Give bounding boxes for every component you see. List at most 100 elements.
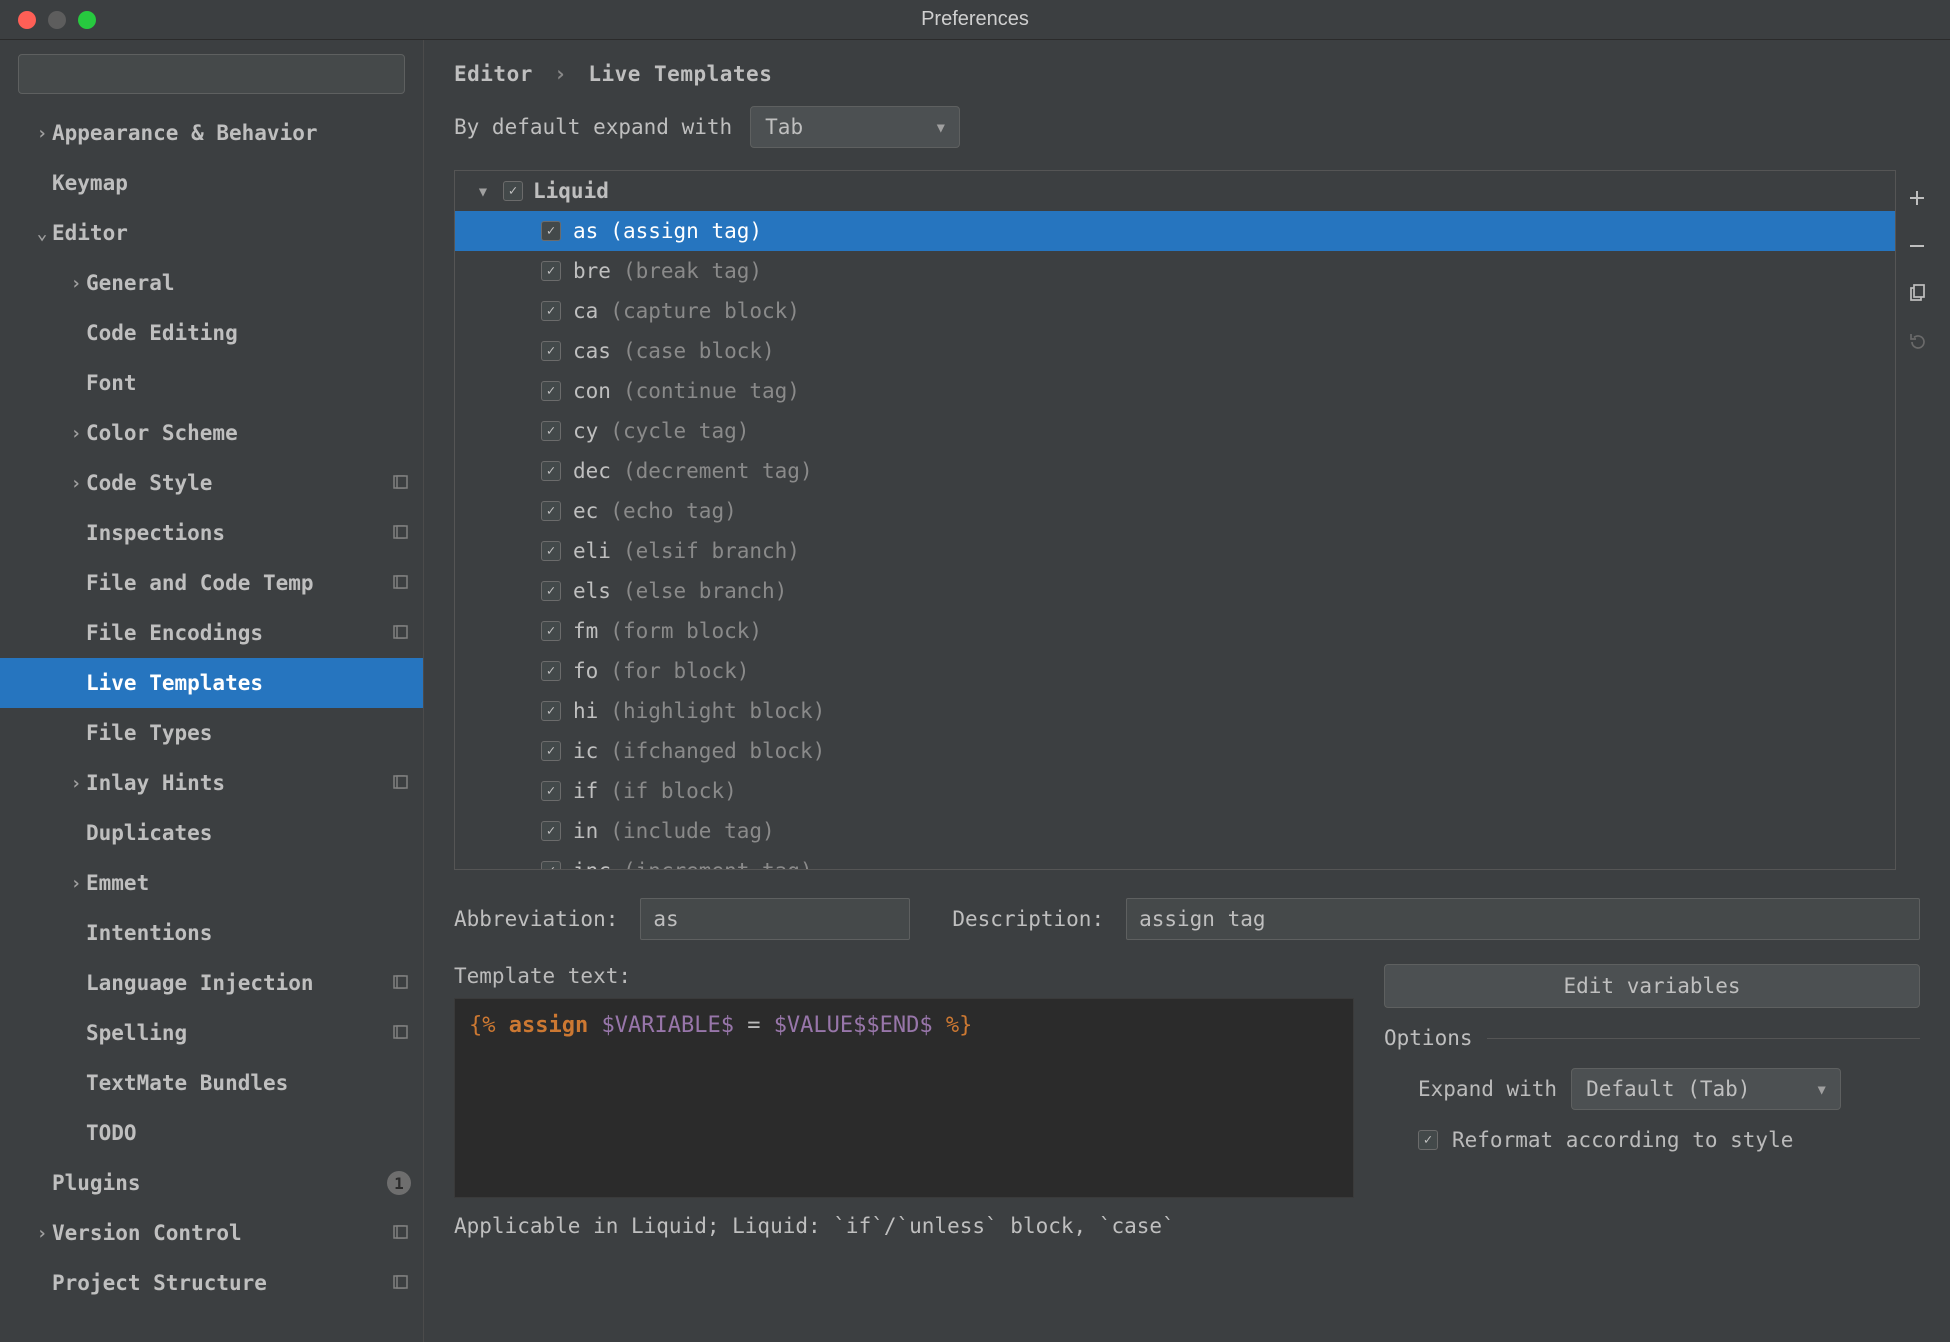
- sidebar-item-version-control[interactable]: ›Version Control: [0, 1208, 423, 1258]
- sidebar-item-font[interactable]: Font: [0, 358, 423, 408]
- abbreviation-input[interactable]: [640, 898, 910, 940]
- template-list[interactable]: ▾ ✓ Liquid ✓as(assign tag)✓bre(break tag…: [454, 170, 1896, 870]
- template-row-fm[interactable]: ✓fm(form block): [455, 611, 1895, 651]
- sidebar-item-live-templates[interactable]: Live Templates: [0, 658, 423, 708]
- sidebar-item-inspections[interactable]: Inspections: [0, 508, 423, 558]
- template-row-con[interactable]: ✓con(continue tag): [455, 371, 1895, 411]
- template-row-eli[interactable]: ✓eli(elsif branch): [455, 531, 1895, 571]
- template-row-inc[interactable]: ✓inc(increment tag): [455, 851, 1895, 870]
- template-checkbox[interactable]: ✓: [541, 741, 561, 761]
- template-checkbox[interactable]: ✓: [541, 621, 561, 641]
- template-checkbox[interactable]: ✓: [541, 221, 561, 241]
- template-abbr: in: [573, 819, 598, 843]
- sidebar-item-duplicates[interactable]: Duplicates: [0, 808, 423, 858]
- sidebar-item-file-types[interactable]: File Types: [0, 708, 423, 758]
- sidebar-item-file-encodings[interactable]: File Encodings: [0, 608, 423, 658]
- template-row-as[interactable]: ✓as(assign tag): [455, 211, 1895, 251]
- reformat-checkbox[interactable]: ✓: [1418, 1130, 1438, 1150]
- template-checkbox[interactable]: ✓: [541, 821, 561, 841]
- chevron-right-icon: ›: [66, 423, 86, 444]
- sidebar-item-file-and-code-temp[interactable]: File and Code Temp: [0, 558, 423, 608]
- template-row-dec[interactable]: ✓dec(decrement tag): [455, 451, 1895, 491]
- sidebar-item-label: Project Structure: [52, 1271, 391, 1295]
- template-checkbox[interactable]: ✓: [541, 421, 561, 441]
- template-row-if[interactable]: ✓ if (if block): [455, 771, 1895, 811]
- description-input[interactable]: [1126, 898, 1920, 940]
- remove-template-button[interactable]: [1903, 232, 1931, 260]
- template-row-in[interactable]: ✓in(include tag): [455, 811, 1895, 851]
- template-checkbox[interactable]: ✓: [541, 261, 561, 281]
- template-checkbox[interactable]: ✓: [541, 861, 561, 870]
- close-window-button[interactable]: [18, 11, 36, 29]
- sidebar-item-textmate-bundles[interactable]: TextMate Bundles: [0, 1058, 423, 1108]
- sidebar-item-code-editing[interactable]: Code Editing: [0, 308, 423, 358]
- template-row-fo[interactable]: ✓fo(for block): [455, 651, 1895, 691]
- template-checkbox[interactable]: ✓: [541, 341, 561, 361]
- template-abbr: if: [573, 779, 598, 803]
- zoom-window-button[interactable]: [78, 11, 96, 29]
- sidebar-item-spelling[interactable]: Spelling: [0, 1008, 423, 1058]
- template-desc: (else branch): [623, 579, 787, 603]
- template-row-cy[interactable]: ✓cy(cycle tag): [455, 411, 1895, 451]
- template-desc: (increment tag): [623, 859, 813, 870]
- sidebar-item-label: Version Control: [52, 1221, 391, 1245]
- expand-with-select[interactable]: Tab ▾: [750, 106, 960, 148]
- template-desc: (if block): [610, 779, 736, 803]
- template-row-cas[interactable]: ✓cas(case block): [455, 331, 1895, 371]
- sidebar-item-project-structure[interactable]: Project Structure: [0, 1258, 423, 1308]
- template-checkbox[interactable]: ✓: [541, 541, 561, 561]
- sidebar-item-label: General: [86, 271, 411, 295]
- template-row-ca[interactable]: ✓ca(capture block): [455, 291, 1895, 331]
- sidebar-item-todo[interactable]: TODO: [0, 1108, 423, 1158]
- template-abbr: hi: [573, 699, 598, 723]
- group-checkbox[interactable]: ✓: [503, 181, 523, 201]
- template-text-label: Template text:: [454, 964, 1354, 988]
- sidebar-item-language-injection[interactable]: Language Injection: [0, 958, 423, 1008]
- template-abbr: els: [573, 579, 611, 603]
- template-row-bre[interactable]: ✓bre(break tag): [455, 251, 1895, 291]
- template-text-editor[interactable]: {% assign $VARIABLE$ = $VALUE$$END$ %}: [454, 998, 1354, 1198]
- sidebar-item-intentions[interactable]: Intentions: [0, 908, 423, 958]
- description-label: Description:: [952, 907, 1104, 931]
- sidebar-item-emmet[interactable]: ›Emmet: [0, 858, 423, 908]
- sidebar-item-keymap[interactable]: Keymap: [0, 158, 423, 208]
- template-checkbox[interactable]: ✓: [541, 381, 561, 401]
- template-checkbox[interactable]: ✓: [541, 501, 561, 521]
- sidebar-item-color-scheme[interactable]: ›Color Scheme: [0, 408, 423, 458]
- sidebar-item-appearance-behavior[interactable]: ›Appearance & Behavior: [0, 108, 423, 158]
- template-checkbox[interactable]: ✓: [541, 781, 561, 801]
- template-row-ec[interactable]: ✓ec(echo tag): [455, 491, 1895, 531]
- sidebar-item-code-style[interactable]: ›Code Style: [0, 458, 423, 508]
- titlebar: Preferences: [0, 0, 1950, 40]
- template-checkbox[interactable]: ✓: [541, 581, 561, 601]
- template-checkbox[interactable]: ✓: [541, 661, 561, 681]
- template-checkbox[interactable]: ✓: [541, 701, 561, 721]
- template-group-row[interactable]: ▾ ✓ Liquid: [455, 171, 1895, 211]
- minimize-window-button[interactable]: [48, 11, 66, 29]
- template-desc: (ifchanged block): [610, 739, 825, 763]
- sidebar-item-general[interactable]: ›General: [0, 258, 423, 308]
- sidebar-item-editor[interactable]: ⌄Editor: [0, 208, 423, 258]
- update-count-badge: 1: [387, 1171, 411, 1195]
- sidebar-item-label: File Types: [86, 721, 411, 745]
- template-desc: (echo tag): [610, 499, 736, 523]
- sidebar-item-inlay-hints[interactable]: ›Inlay Hints: [0, 758, 423, 808]
- settings-search-input[interactable]: [18, 54, 405, 94]
- template-checkbox[interactable]: ✓: [541, 301, 561, 321]
- revert-template-button[interactable]: [1903, 328, 1931, 356]
- duplicate-template-button[interactable]: [1903, 280, 1931, 308]
- sidebar-item-plugins[interactable]: Plugins1: [0, 1158, 423, 1208]
- template-desc: (highlight block): [610, 699, 825, 723]
- template-row-ic[interactable]: ✓ic(ifchanged block): [455, 731, 1895, 771]
- add-template-button[interactable]: [1903, 184, 1931, 212]
- template-row-hi[interactable]: ✓ hi (highlight block): [455, 691, 1895, 731]
- edit-variables-button[interactable]: Edit variables: [1384, 964, 1920, 1008]
- sidebar-item-label: Intentions: [86, 921, 411, 945]
- sidebar-item-label: Keymap: [52, 171, 411, 195]
- expand-with-opt-select[interactable]: Default (Tab) ▾: [1571, 1068, 1841, 1110]
- template-row-els[interactable]: ✓ els (else branch): [455, 571, 1895, 611]
- abbreviation-label: Abbreviation:: [454, 907, 618, 931]
- content: Editor › Live Templates By default expan…: [424, 40, 1950, 1342]
- template-checkbox[interactable]: ✓: [541, 461, 561, 481]
- sidebar-item-label: Spelling: [86, 1021, 391, 1045]
